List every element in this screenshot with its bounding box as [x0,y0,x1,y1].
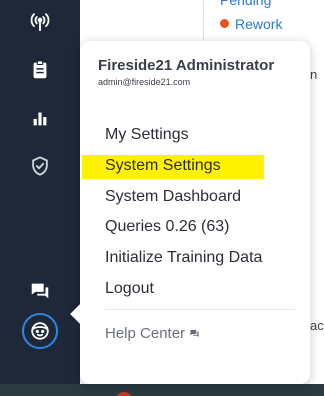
chat-icon[interactable] [24,275,56,307]
user-menu-popover: Fireside21 Administrator admin@fireside2… [80,41,310,384]
queries-link[interactable]: Queries 0.26 (63) [105,218,230,236]
system-dashboard-link[interactable]: System Dashboard [105,188,241,206]
help-center-link[interactable]: Help Center [105,325,200,342]
help-center-label: Help Center [105,325,186,342]
menu-divider [105,309,295,310]
clipboard-icon[interactable] [24,54,56,86]
status-pending-link[interactable]: Pending [220,0,271,8]
chat-bubble-icon [190,329,199,338]
rework-status-dot [220,19,229,28]
my-settings-link[interactable]: My Settings [105,126,189,144]
user-name: Fireside21 Administrator [98,57,275,74]
bottom-bar [0,384,324,396]
avatar-icon[interactable] [22,313,58,349]
bar-chart-icon[interactable] [24,102,56,134]
sidebar-nav [0,0,80,384]
column-divider [203,0,204,40]
antenna-icon[interactable] [24,6,56,38]
initialize-training-data-link[interactable]: Initialize Training Data [105,249,262,267]
user-email: admin@fireside21.com [98,77,191,87]
system-settings-link[interactable]: System Settings [105,157,221,175]
status-rework-link[interactable]: Rework [235,16,282,32]
logout-link[interactable]: Logout [105,280,154,298]
truncated-text: n [310,67,318,82]
truncated-text: ac [310,318,324,333]
shield-check-icon[interactable] [24,150,56,182]
